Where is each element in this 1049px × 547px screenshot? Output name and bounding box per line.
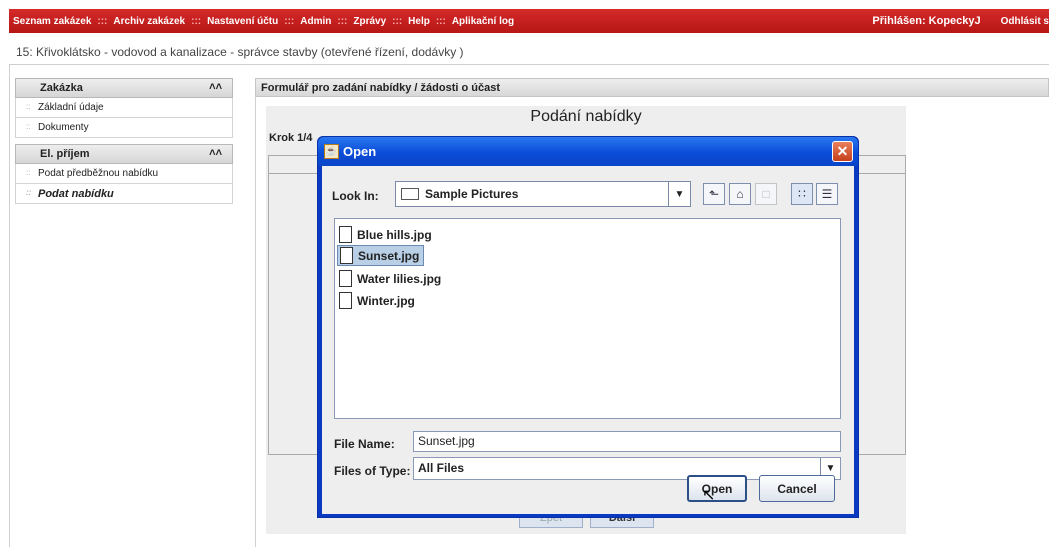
bullet-icon: ::	[26, 102, 31, 111]
file-icon	[339, 292, 352, 309]
file-name-label: File Name:	[334, 437, 395, 451]
top-nav: Seznam zakázek ::: Archiv zakázek ::: Na…	[9, 16, 514, 27]
file-name-field[interactable]: Sunset.jpg	[413, 431, 841, 452]
logout-link[interactable]: Odhlásit s	[1001, 16, 1049, 27]
sidebar-item-label: Podat nabídku	[38, 187, 114, 200]
nav-separator: :::	[392, 15, 403, 27]
dialog-title: Open	[343, 144, 377, 159]
new-folder-icon: □	[755, 183, 777, 205]
look-in-combo[interactable]: Sample Pictures ▼	[395, 181, 691, 207]
file-icon	[340, 247, 353, 264]
nav-separator: :::	[435, 15, 446, 27]
sidebar: Zakázka ˄˄ :: Základní údaje :: Dokument…	[15, 78, 233, 204]
logged-in-user: Přihlášen: KopeckyJ	[872, 15, 981, 27]
form-title: Podání nabídky	[530, 108, 642, 125]
open-dialog: ☕ Open ✕ Look In: Sample Pictures ▼ ⬑ ⌂ …	[317, 136, 859, 518]
files-of-type-label: Files of Type:	[334, 464, 411, 478]
up-one-level-icon[interactable]: ⬑	[703, 183, 725, 205]
file-name: Winter.jpg	[357, 293, 415, 308]
folder-icon	[401, 188, 419, 200]
list-view-icon[interactable]: ∷	[791, 183, 813, 205]
home-icon[interactable]: ⌂	[729, 183, 751, 205]
mouse-cursor-icon: ↖	[702, 487, 716, 504]
files-of-type-value: All Files	[418, 461, 465, 475]
top-menu-bar: Seznam zakázek ::: Archiv zakázek ::: Na…	[9, 9, 1049, 33]
file-item[interactable]: Winter.jpg	[337, 290, 419, 311]
sidebar-item-label: Základní údaje	[38, 102, 104, 113]
dialog-content: Look In: Sample Pictures ▼ ⬑ ⌂ □ ∷ ☰ Blu…	[322, 166, 854, 514]
step-indicator: Krok 1/4	[269, 132, 313, 144]
form-header: Formulář pro zadání nabídky / žádosti o …	[255, 78, 1049, 97]
sidebar-item-zakladni-udaje[interactable]: :: Základní údaje	[15, 98, 233, 118]
dialog-titlebar[interactable]: ☕ Open ✕	[318, 137, 858, 166]
nav-separator: :::	[284, 15, 295, 27]
sidebar-item-dokumenty[interactable]: :: Dokumenty	[15, 118, 233, 138]
nav-help[interactable]: Help	[408, 16, 430, 27]
sidebar-group-zakazka[interactable]: Zakázka ˄˄	[15, 78, 233, 98]
cancel-button[interactable]: Cancel	[759, 475, 835, 502]
nav-admin[interactable]: Admin	[300, 16, 331, 27]
breadcrumb: 15: Křivoklátsko - vodovod a kanalizace …	[16, 45, 464, 59]
nav-separator: :::	[97, 15, 108, 27]
look-in-label: Look In:	[332, 189, 379, 203]
bullet-icon: ::	[26, 168, 31, 177]
chevron-down-icon[interactable]: ▼	[668, 182, 690, 206]
sidebar-item-label: Dokumenty	[38, 122, 89, 133]
nav-archiv-zakazek[interactable]: Archiv zakázek	[113, 16, 185, 27]
divider	[9, 64, 10, 547]
sidebar-group-title: El. příjem	[40, 148, 90, 160]
sidebar-group-title: Zakázka	[40, 82, 83, 94]
nav-separator: :::	[191, 15, 202, 27]
java-icon: ☕	[324, 144, 339, 159]
file-icon	[339, 226, 352, 243]
nav-separator: :::	[337, 15, 348, 27]
nav-zpravy[interactable]: Zprávy	[353, 16, 386, 27]
divider	[9, 64, 1049, 65]
collapse-icon[interactable]: ˄˄	[209, 81, 222, 93]
sidebar-item-podat-predbeznou-nabidku[interactable]: :: Podat předběžnou nabídku	[15, 164, 233, 184]
open-button[interactable]: Open	[687, 475, 747, 502]
nav-aplikacni-log[interactable]: Aplikační log	[452, 16, 514, 27]
look-in-value: Sample Pictures	[425, 187, 519, 201]
nav-nastaveni-uctu[interactable]: Nastavení účtu	[207, 16, 278, 27]
collapse-icon[interactable]: ˄˄	[209, 147, 222, 159]
bullet-icon: ::	[26, 188, 32, 197]
file-icon	[339, 270, 352, 287]
file-name: Blue hills.jpg	[357, 227, 432, 242]
file-name: Water lilies.jpg	[357, 271, 442, 286]
file-item-selected[interactable]: Sunset.jpg	[337, 245, 425, 266]
file-item[interactable]: Blue hills.jpg	[337, 224, 436, 245]
file-list[interactable]: Blue hills.jpg Sunset.jpg Water lilies.j…	[334, 218, 841, 419]
details-view-icon[interactable]: ☰	[816, 183, 838, 205]
bullet-icon: ::	[26, 122, 31, 131]
sidebar-group-el-prijem[interactable]: El. příjem ˄˄	[15, 144, 233, 164]
close-icon[interactable]: ✕	[832, 141, 853, 162]
file-name: Sunset.jpg	[358, 248, 420, 263]
sidebar-item-label: Podat předběžnou nabídku	[38, 168, 159, 179]
nav-seznam-zakazek[interactable]: Seznam zakázek	[13, 16, 91, 27]
sidebar-item-podat-nabidku[interactable]: :: Podat nabídku	[15, 184, 233, 204]
file-item[interactable]: Water lilies.jpg	[337, 268, 445, 289]
